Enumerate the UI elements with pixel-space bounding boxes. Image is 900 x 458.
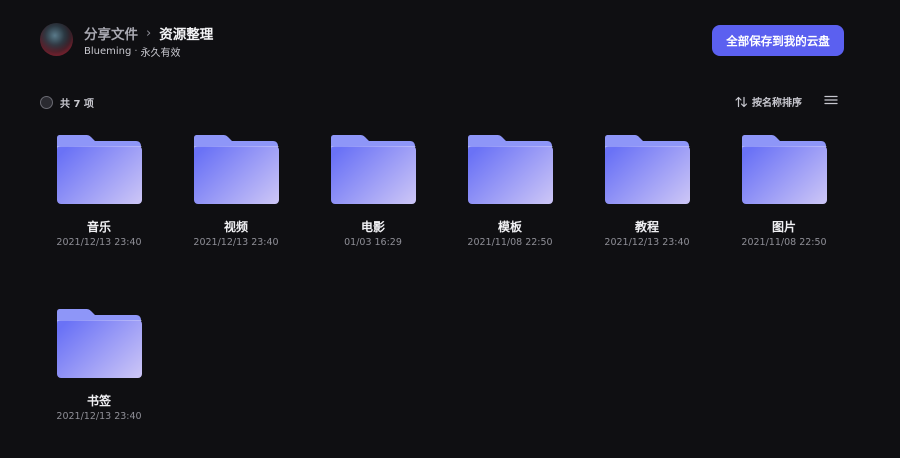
validity-label: 永久有效	[140, 48, 181, 59]
item-count: 共 7 项	[60, 99, 94, 110]
folder-name: 图片	[771, 220, 796, 234]
select-all-checkbox[interactable]: 共 7 项	[40, 95, 94, 110]
breadcrumb-current: 资源整理	[159, 27, 214, 43]
avatar[interactable]	[40, 23, 73, 56]
folder-name: 视频	[223, 220, 248, 234]
share-header: 分享文件 › 资源整理 Blueming · 永久有效 全部保存到我的云盘	[40, 22, 844, 62]
list-menu-icon[interactable]	[824, 93, 838, 107]
folder-item[interactable]: 书签 2021/12/13 23:40	[44, 304, 154, 434]
folder-icon	[57, 135, 142, 204]
folder-icon	[605, 135, 690, 204]
separator-dot: ·	[134, 46, 138, 57]
sort-arrows-icon	[735, 96, 748, 107]
folder-date: 2021/12/13 23:40	[56, 411, 142, 422]
sharer-name: Blueming	[84, 46, 132, 57]
folder-name: 电影	[360, 220, 385, 234]
folder-name: 书签	[86, 394, 111, 408]
folder-date: 2021/12/13 23:40	[193, 237, 279, 248]
folder-icon	[468, 135, 553, 204]
file-toolbar: 共 7 项 按名称排序	[40, 92, 838, 112]
folder-item[interactable]: 视频 2021/12/13 23:40	[181, 130, 291, 260]
folder-item[interactable]: 图片 2021/11/08 22:50	[729, 130, 839, 260]
folder-date: 2021/11/08 22:50	[741, 237, 827, 248]
folder-date: 01/03 16:29	[344, 237, 402, 248]
folder-icon	[742, 135, 827, 204]
folder-icon	[194, 135, 279, 204]
folder-icon	[331, 135, 416, 204]
folder-date: 2021/12/13 23:40	[604, 237, 690, 248]
folder-item[interactable]: 教程 2021/12/13 23:40	[592, 130, 702, 260]
folder-item[interactable]: 电影 01/03 16:29	[318, 130, 428, 260]
folder-date: 2021/11/08 22:50	[467, 237, 553, 248]
breadcrumb: 分享文件 › 资源整理	[84, 23, 214, 44]
sort-label: 按名称排序	[752, 98, 802, 109]
share-info: Blueming · 永久有效	[84, 44, 181, 59]
folder-name: 模板	[497, 220, 522, 234]
chevron-right-icon: ›	[146, 25, 152, 41]
folder-name: 教程	[634, 220, 659, 234]
folder-item[interactable]: 模板 2021/11/08 22:50	[455, 130, 565, 260]
save-all-button[interactable]: 全部保存到我的云盘	[712, 25, 844, 56]
folder-icon	[57, 309, 142, 378]
folder-name: 音乐	[86, 220, 111, 234]
share-page: 分享文件 › 资源整理 Blueming · 永久有效 全部保存到我的云盘 共 …	[0, 0, 900, 458]
folder-date: 2021/12/13 23:40	[56, 237, 142, 248]
radio-circle-icon	[40, 96, 53, 109]
sort-button[interactable]: 按名称排序	[735, 94, 802, 109]
folder-item[interactable]: 音乐 2021/12/13 23:40	[44, 130, 154, 260]
breadcrumb-parent-link[interactable]: 分享文件	[84, 23, 138, 43]
